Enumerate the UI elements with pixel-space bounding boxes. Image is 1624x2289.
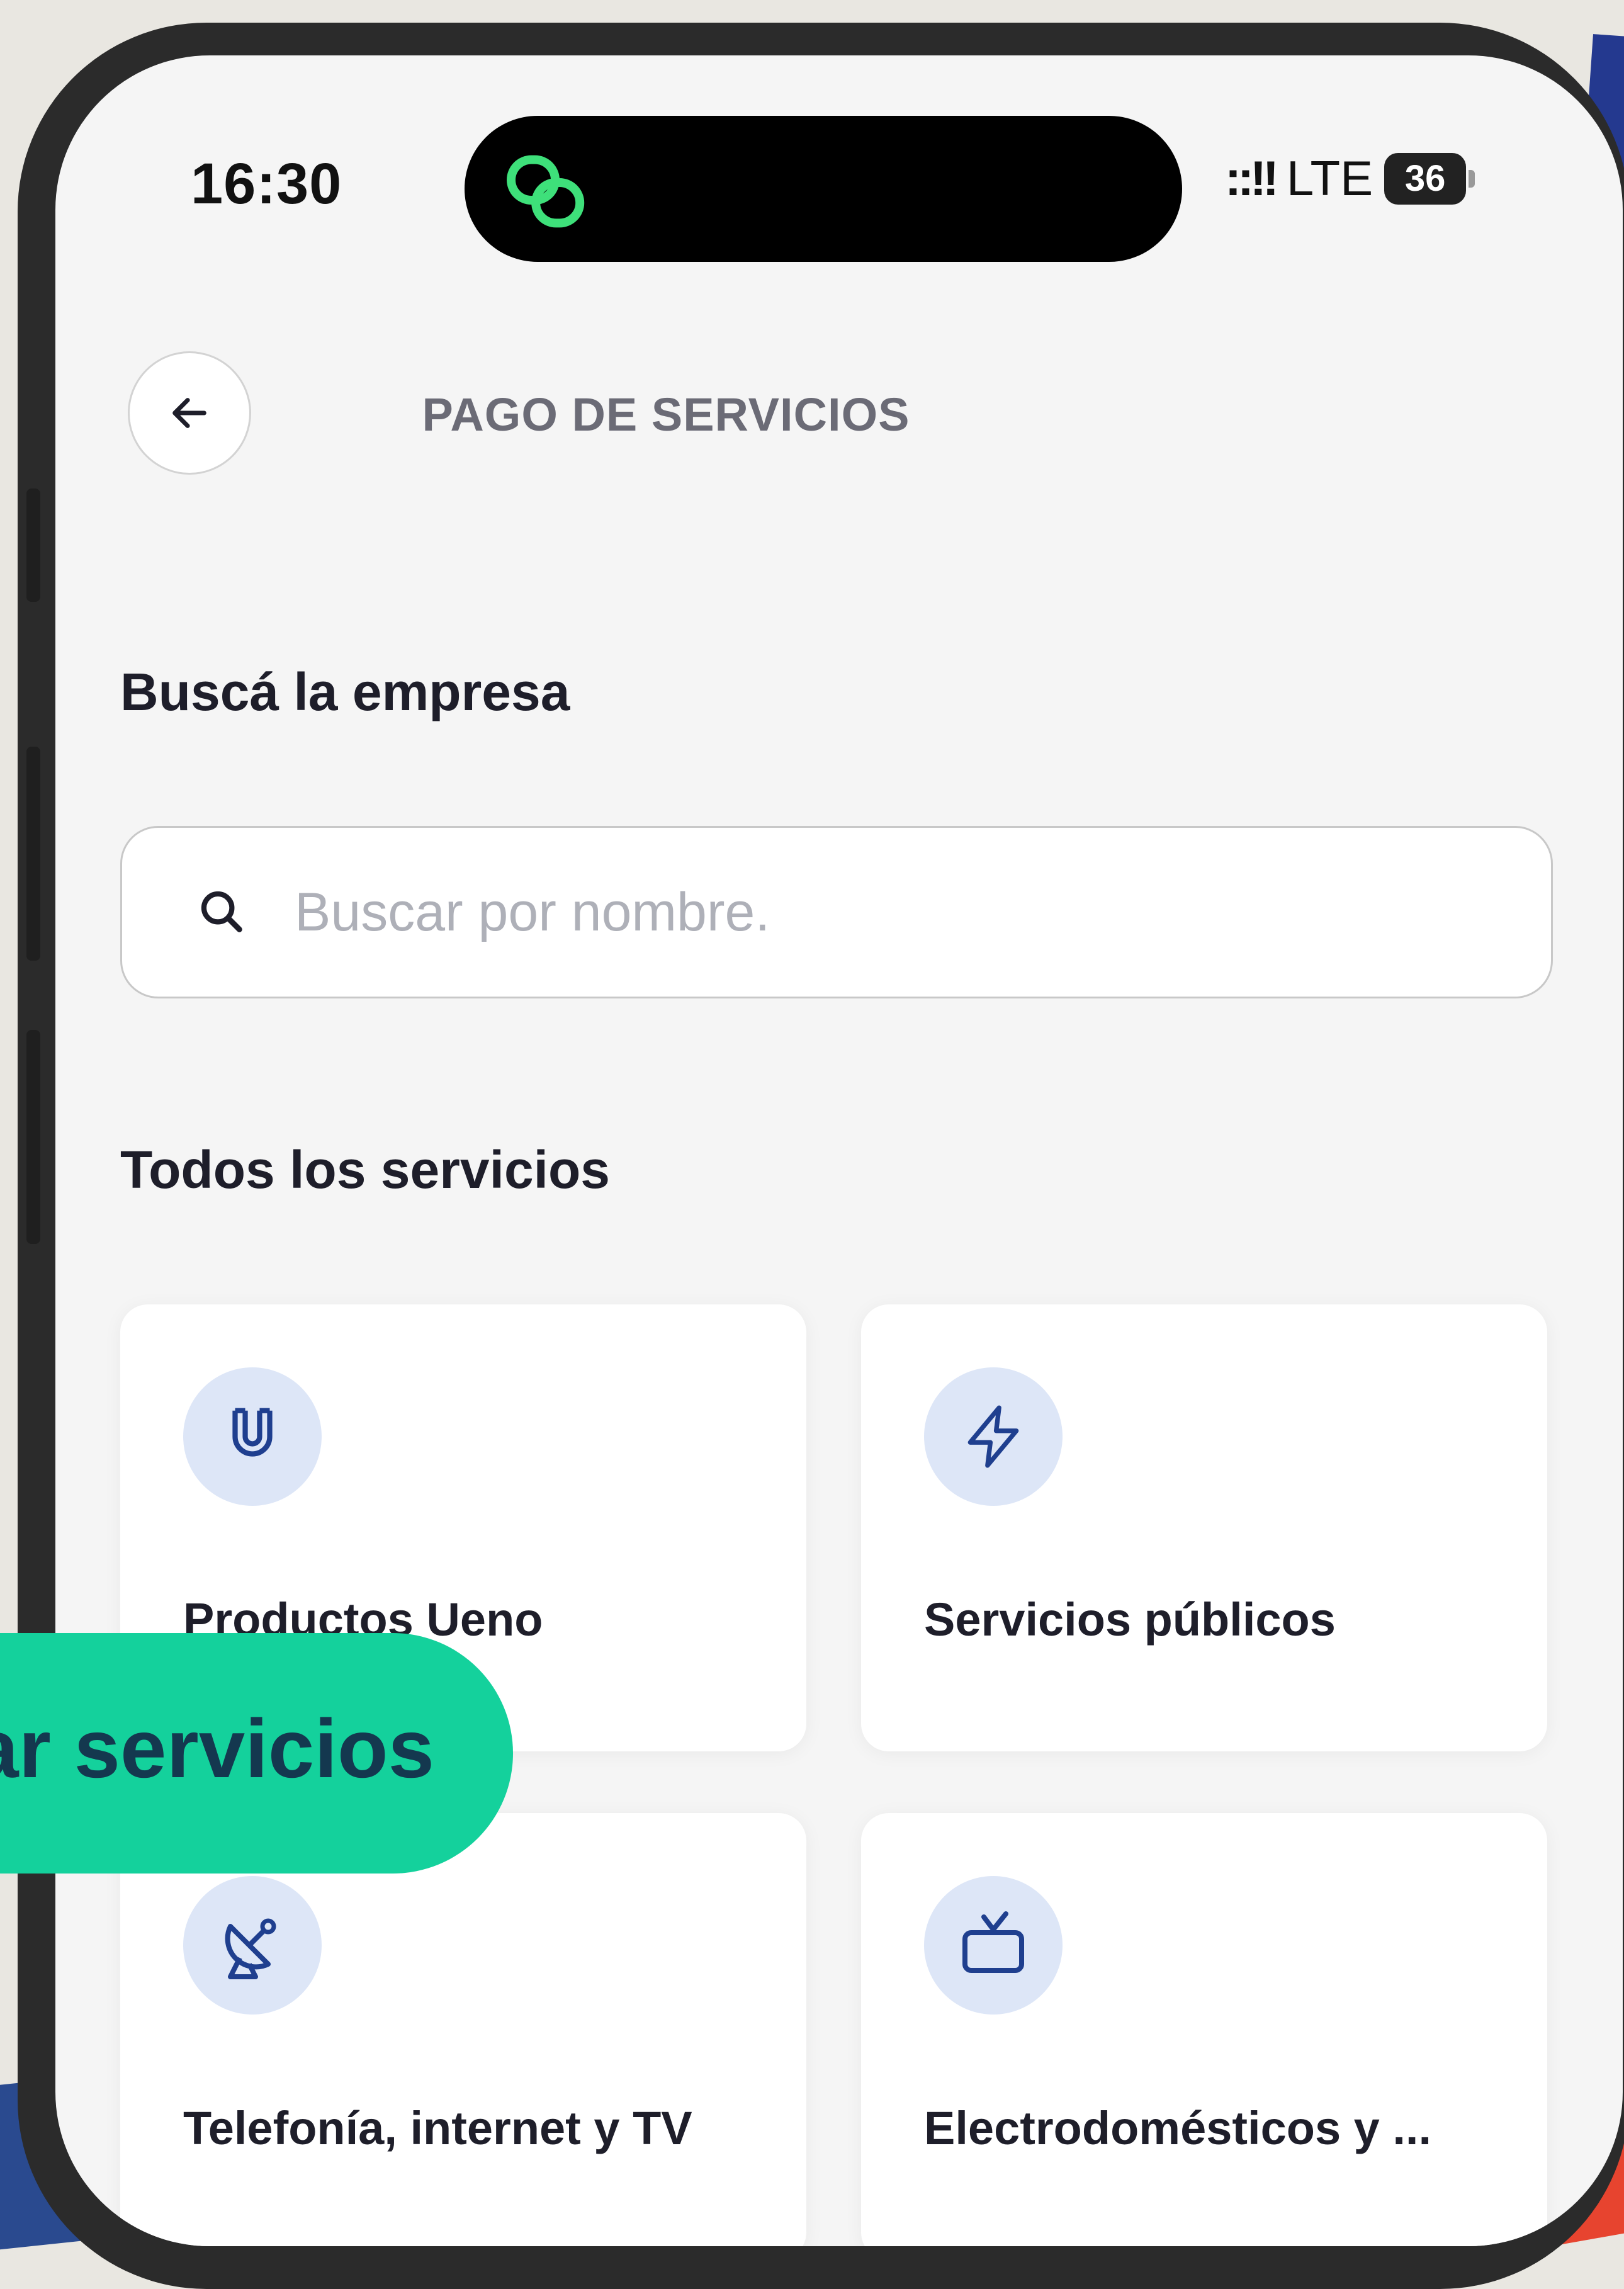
back-button[interactable] [128, 351, 251, 475]
service-card-label: Telefonía, internet y TV [183, 2102, 692, 2154]
signal-dots-icon: ::!! [1225, 150, 1279, 206]
phone-side-button [26, 489, 40, 602]
linked-rings-icon [507, 155, 585, 228]
search-icon [201, 891, 242, 932]
page-title: PAGO DE SERVICIOS [422, 388, 910, 441]
network-label: LTE [1286, 150, 1373, 206]
status-time: 16:30 [191, 152, 342, 216]
service-card-servicios-publicos[interactable]: Servicios públicos [861, 1304, 1547, 1751]
battery-icon: 36 [1384, 152, 1467, 205]
app-screen: 16:30 ::!! LTE 36 PAGO DE SERVICIOS Busc… [55, 55, 1623, 2246]
status-indicators: ::!! LTE 36 [1225, 150, 1475, 207]
service-card-telefonia[interactable]: Telefonía, internet y TV [120, 1813, 806, 2246]
arrow-left-icon [172, 398, 206, 428]
services-section-title: Todos los servicios [120, 1140, 611, 1199]
phone-side-button [26, 747, 40, 961]
lightning-bolt-icon [967, 1405, 1019, 1468]
card-icon-bg [924, 1876, 1063, 2015]
search-input[interactable] [293, 880, 1429, 944]
card-icon-bg [183, 1367, 322, 1506]
search-section-title: Buscá la empresa [120, 662, 570, 721]
service-card-label: Electrodomésticos y ... [924, 2102, 1432, 2154]
card-icon-bg [183, 1876, 322, 2015]
dynamic-island [465, 116, 1182, 262]
phone-side-button [26, 1030, 40, 1244]
service-card-electrodomesticos[interactable]: Electrodomésticos y ... [861, 1813, 1547, 2246]
battery-nub [1469, 169, 1475, 188]
promo-text: gar servicios [0, 1702, 434, 1795]
promo-banner: gar servicios [0, 1633, 513, 1874]
battery-level: 36 [1404, 158, 1446, 199]
satellite-dish-icon [225, 1918, 276, 1979]
card-icon-bg [924, 1367, 1063, 1506]
tv-icon [962, 1911, 1024, 1973]
search-field[interactable] [120, 826, 1553, 998]
u-letter-icon [232, 1408, 273, 1457]
service-card-label: Servicios públicos [924, 1593, 1336, 1646]
